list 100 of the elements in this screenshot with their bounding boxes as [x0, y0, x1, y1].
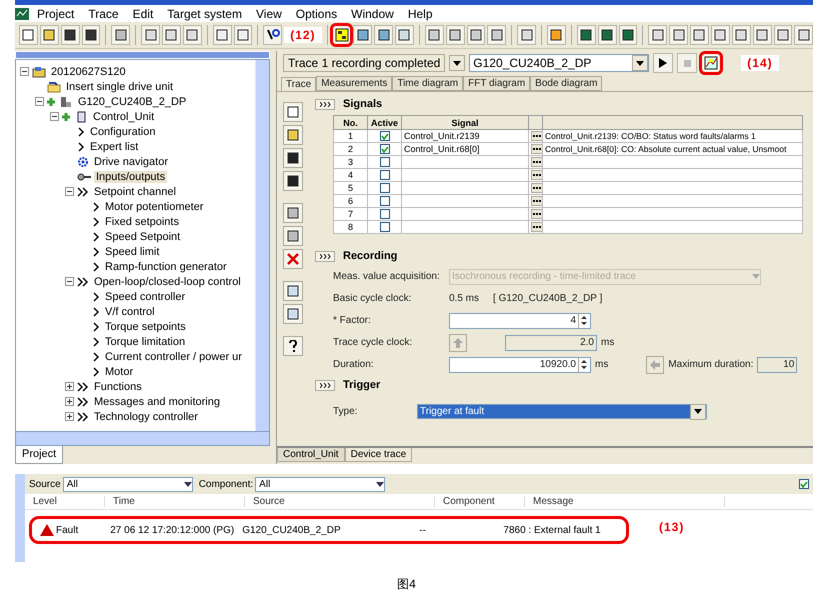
- tree-item[interactable]: Ramp-function generator: [103, 260, 229, 272]
- toolbar-button[interactable]: [40, 25, 59, 45]
- toolbar-button[interactable]: [212, 25, 232, 45]
- checkbox[interactable]: [380, 209, 390, 220]
- tab[interactable]: Trace: [281, 77, 316, 91]
- factor-input[interactable]: 4: [449, 312, 591, 328]
- toolbar-button[interactable]: [648, 25, 668, 45]
- menu-item[interactable]: Help: [402, 6, 439, 20]
- browse-button[interactable]: [531, 196, 542, 206]
- side-tool-button[interactable]: [283, 171, 303, 191]
- toolbar-button[interactable]: [332, 25, 352, 45]
- checkbox[interactable]: [799, 479, 809, 489]
- toolbar-button[interactable]: [424, 25, 444, 45]
- log-row[interactable]: Fault 27 06 12 17:20:12:000 (PG) G120_CU240B_2_DP -- 7860 : External fault 1: [29, 516, 629, 544]
- scrollbar[interactable]: [15, 432, 270, 446]
- help-button[interactable]: [263, 25, 282, 45]
- checkbox[interactable]: [380, 157, 390, 168]
- toolbar-button[interactable]: [353, 25, 372, 45]
- toolbar-button[interactable]: [517, 25, 536, 45]
- expand-toggle[interactable]: [65, 412, 74, 421]
- toolbar-button[interactable]: [710, 25, 730, 45]
- play-button[interactable]: [653, 53, 674, 73]
- tree-item[interactable]: Control_Unit: [91, 110, 156, 122]
- panel-tab[interactable]: Project: [15, 446, 64, 464]
- tree-item[interactable]: Speed controller: [103, 290, 188, 302]
- browse-button[interactable]: [531, 131, 542, 141]
- tree-item[interactable]: Fixed setpoints: [103, 216, 181, 228]
- duration-input[interactable]: 10920.0: [449, 356, 591, 372]
- toolbar-button[interactable]: [182, 25, 202, 45]
- component-dropdown[interactable]: All: [255, 476, 386, 492]
- tree-item[interactable]: Setpoint channel: [92, 186, 178, 198]
- editor-tab[interactable]: Device trace: [344, 448, 412, 462]
- tab[interactable]: FFT diagram: [463, 76, 530, 91]
- section-toggle[interactable]: [315, 250, 335, 262]
- toolbar-button[interactable]: [466, 25, 486, 45]
- toolbar-button[interactable]: [547, 25, 566, 45]
- browse-button[interactable]: [531, 222, 542, 232]
- collapse-toggle[interactable]: [65, 187, 74, 196]
- collapse-toggle[interactable]: [35, 97, 44, 106]
- toolbar-button[interactable]: [669, 25, 688, 45]
- side-tool-button[interactable]: [283, 304, 303, 324]
- toolbar-button[interactable]: [374, 25, 394, 45]
- section-toggle[interactable]: [315, 380, 335, 390]
- tree-item[interactable]: V/f control: [103, 306, 157, 318]
- tree-item[interactable]: Torque setpoints: [103, 320, 188, 332]
- tab[interactable]: Measurements: [316, 76, 392, 91]
- side-tool-button[interactable]: [283, 281, 303, 301]
- tree-item[interactable]: Configuration: [88, 126, 158, 138]
- checkbox[interactable]: [380, 131, 390, 142]
- tree-item[interactable]: Messages and monitoring: [92, 396, 222, 408]
- browse-button[interactable]: [531, 157, 542, 167]
- toolbar-button[interactable]: [690, 25, 709, 45]
- checkbox[interactable]: [380, 183, 390, 194]
- expand-toggle[interactable]: [65, 397, 74, 406]
- tree-item[interactable]: G120_CU240B_2_DP: [76, 96, 188, 108]
- tree-item[interactable]: Current controller / power ur: [103, 350, 244, 362]
- toolbar-button[interactable]: [774, 25, 792, 45]
- help-button[interactable]: [283, 336, 303, 356]
- toolbar-button[interactable]: [141, 25, 160, 45]
- toolbar-button[interactable]: [794, 25, 813, 45]
- dropdown-button[interactable]: [449, 55, 466, 71]
- toolbar-button[interactable]: [19, 25, 38, 45]
- menu-item[interactable]: View: [250, 6, 288, 20]
- collapse-toggle[interactable]: [65, 277, 74, 286]
- checkbox[interactable]: [380, 222, 390, 232]
- checkbox[interactable]: [380, 196, 390, 206]
- upload-button[interactable]: [701, 53, 722, 73]
- collapse-toggle[interactable]: [50, 112, 59, 121]
- side-tool-button[interactable]: [283, 203, 303, 223]
- toolbar-button[interactable]: [598, 25, 617, 45]
- browse-button[interactable]: [531, 144, 542, 154]
- tree-item[interactable]: Technology controller: [92, 410, 200, 422]
- toolbar-button[interactable]: [395, 25, 414, 45]
- browse-button[interactable]: [531, 183, 542, 193]
- browse-button[interactable]: [531, 170, 542, 180]
- collapse-toggle[interactable]: [20, 67, 29, 76]
- toolbar-button[interactable]: [60, 25, 80, 45]
- print-button[interactable]: [111, 25, 130, 45]
- tree-item[interactable]: Drive navigator: [92, 156, 170, 168]
- tree-item[interactable]: Open-loop/closed-loop control: [92, 276, 243, 288]
- toolbar-button[interactable]: [618, 25, 638, 45]
- delete-button[interactable]: [283, 249, 303, 269]
- menu-item[interactable]: Window: [345, 6, 400, 20]
- tree-item[interactable]: Inputs/outputs: [94, 170, 168, 182]
- toolbar-button[interactable]: [752, 25, 772, 45]
- menu-item[interactable]: Trace: [82, 6, 125, 20]
- toolbar-button[interactable]: [487, 25, 506, 45]
- tree-item[interactable]: Functions: [92, 380, 144, 392]
- tree-item[interactable]: Torque limitation: [103, 336, 188, 348]
- tree-item[interactable]: Speed limit: [103, 246, 162, 258]
- side-tool-button[interactable]: [283, 102, 303, 122]
- toolbar-button[interactable]: [162, 25, 181, 45]
- tree-item[interactable]: Speed Setpoint: [103, 230, 182, 242]
- device-dropdown[interactable]: G120_CU240B_2_DP: [469, 54, 650, 72]
- editor-tab[interactable]: Control_Unit: [277, 448, 345, 462]
- toolbar-button[interactable]: [732, 25, 751, 45]
- tree-item[interactable]: Insert single drive unit: [64, 80, 175, 92]
- section-toggle[interactable]: [315, 98, 335, 110]
- menu-item[interactable]: Project: [31, 6, 80, 20]
- checkbox[interactable]: [380, 144, 390, 154]
